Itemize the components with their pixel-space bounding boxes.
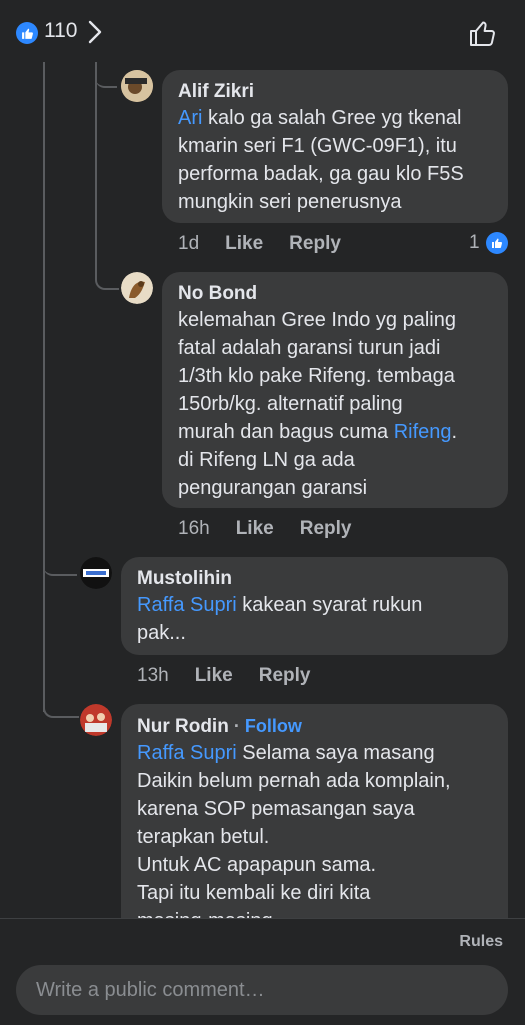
avatar[interactable] (80, 557, 112, 589)
rules-link[interactable]: Rules (459, 933, 503, 951)
comment-text: Raffa Supri kakean syarat rukun pak... (137, 594, 423, 644)
comment-actions: 16h Like Reply (178, 518, 377, 540)
reply-button[interactable]: Reply (289, 233, 341, 255)
reply-button[interactable]: Reply (300, 518, 352, 540)
comment-time: 1d (178, 233, 200, 254)
comment-time: 16h (178, 518, 210, 539)
comment-bubble[interactable]: No Bond kelemahan Gree Indo yg paling fat… (162, 272, 508, 508)
reactions-header: 110 (0, 0, 525, 62)
thumbs-up-outline-icon[interactable] (468, 18, 498, 53)
comment-actions: 1d Like Reply (178, 233, 367, 255)
like-button[interactable]: Like (225, 233, 263, 255)
chevron-right-icon[interactable] (88, 20, 102, 49)
reaction-summary[interactable]: 1 (469, 232, 508, 254)
like-count[interactable]: 110 (44, 19, 77, 43)
comment-bubble[interactable]: Mustolihin Raffa Supri kakean syarat ruk… (121, 557, 508, 655)
mention-link[interactable]: Rifeng (394, 421, 452, 443)
comment-bubble[interactable]: Alif Zikri Ari kalo ga salah Gree yg tke… (162, 70, 508, 223)
thread-line (43, 62, 45, 712)
commenter-name[interactable]: Alif Zikri (178, 80, 492, 104)
commenter-name[interactable]: Mustolihin (137, 567, 492, 591)
commenter-name[interactable]: No Bond (178, 282, 492, 306)
like-button[interactable]: Like (236, 518, 274, 540)
like-reaction-icon (485, 232, 508, 254)
reply-button[interactable]: Reply (259, 665, 311, 687)
comment-composer-bar: Rules (0, 918, 525, 1025)
like-reaction-icon (16, 22, 38, 44)
comment-time: 13h (137, 665, 169, 686)
mention-link[interactable]: Ari (178, 107, 202, 129)
avatar[interactable] (121, 272, 153, 304)
comment-bubble[interactable]: Nur Rodin · Follow Raffa Supri Selama sa… (121, 704, 508, 944)
reply-connector (43, 550, 77, 576)
comment-input-container[interactable] (16, 965, 508, 1015)
comment-input[interactable] (34, 977, 490, 1003)
commenter-name-text[interactable]: Nur Rodin (137, 716, 229, 737)
reaction-count: 1 (469, 232, 480, 253)
commenter-name: Nur Rodin · Follow (137, 716, 302, 737)
follow-button[interactable]: Follow (245, 716, 302, 736)
reply-connector (95, 62, 117, 88)
mention-link[interactable]: Raffa Supri (137, 594, 237, 616)
avatar[interactable] (80, 704, 112, 736)
mention-link[interactable]: Raffa Supri (137, 742, 237, 764)
comment-text: Raffa Supri Selama saya masang Daikin bel… (137, 742, 451, 932)
avatar[interactable] (121, 70, 153, 102)
comment-text: Ari kalo ga salah Gree yg tkenal kmarin s… (178, 107, 464, 213)
reply-thread-line (95, 62, 97, 262)
like-button[interactable]: Like (195, 665, 233, 687)
reply-connector (95, 262, 119, 290)
comment-actions: 13h Like Reply (137, 665, 336, 687)
reply-connector (43, 690, 79, 718)
comment-text: kelemahan Gree Indo yg paling fatal adala… (178, 309, 458, 499)
